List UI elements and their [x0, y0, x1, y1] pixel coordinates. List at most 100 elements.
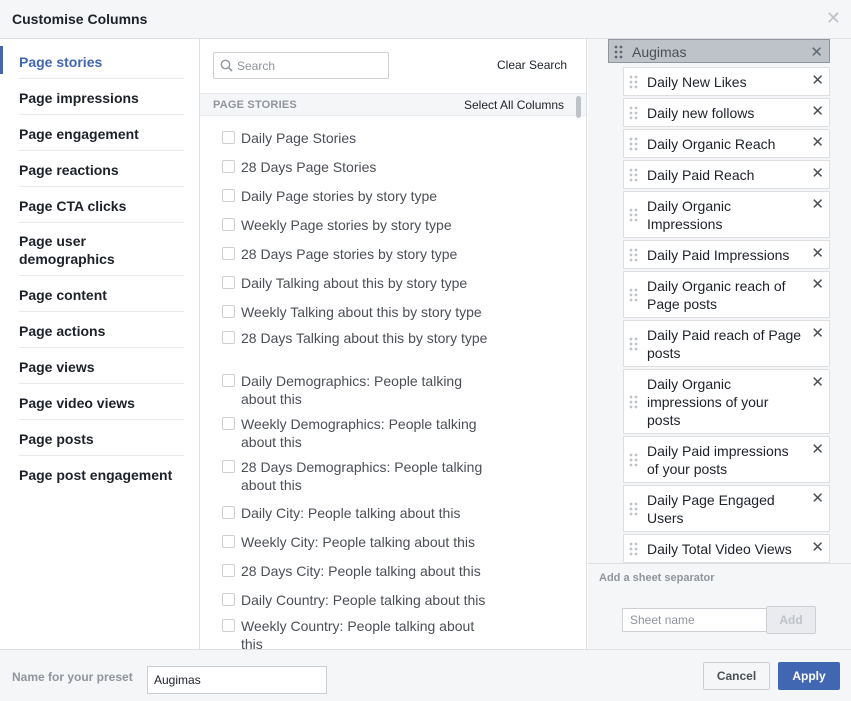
remove-icon[interactable]: ✕: [811, 539, 824, 557]
checkbox[interactable]: [222, 374, 235, 387]
nav-item-page-reactions[interactable]: Page reactions: [19, 161, 184, 179]
column-option: 28 Days Demographics: People talking abo…: [222, 458, 497, 494]
checkbox[interactable]: [222, 131, 235, 144]
remove-icon[interactable]: ✕: [810, 43, 823, 61]
column-option: 28 Days Page stories by story type: [222, 245, 512, 263]
checkbox[interactable]: [222, 305, 235, 318]
drag-handle-icon[interactable]: [629, 453, 639, 467]
drag-handle-icon[interactable]: [629, 395, 639, 409]
nav-item-page-views[interactable]: Page views: [19, 358, 184, 376]
cancel-button[interactable]: Cancel: [703, 662, 770, 690]
column-option-label: 28 Days City: People talking about this: [241, 563, 481, 579]
selected-column-chip[interactable]: Daily Paid Impressions ✕: [623, 240, 830, 269]
remove-icon[interactable]: ✕: [811, 134, 824, 152]
checkbox[interactable]: [222, 218, 235, 231]
selected-column-chip[interactable]: Daily Paid Reach ✕: [623, 160, 830, 189]
remove-icon[interactable]: ✕: [811, 374, 824, 392]
nav-divider: [19, 455, 184, 456]
selected-column-label: Daily Organic reach of Page posts: [647, 278, 786, 312]
column-option: Weekly City: People talking about this: [222, 533, 512, 551]
selected-column-label: Daily Paid impressions of your posts: [647, 443, 789, 477]
nav-item-page-impressions[interactable]: Page impressions: [19, 89, 184, 107]
nav-divider: [19, 275, 184, 276]
search-input[interactable]: [237, 57, 385, 75]
remove-icon[interactable]: ✕: [811, 441, 824, 459]
section-title: PAGE STORIES: [213, 99, 297, 111]
add-button[interactable]: Add: [766, 606, 816, 634]
nav-item-page-posts[interactable]: Page posts: [19, 430, 184, 448]
column-option: Daily Country: People talking about this: [222, 591, 512, 609]
clear-search-link[interactable]: Clear Search: [497, 58, 567, 72]
checkbox[interactable]: [222, 276, 235, 289]
checkbox[interactable]: [222, 189, 235, 202]
column-option-label: 28 Days Page stories by story type: [241, 246, 458, 262]
checkbox[interactable]: [222, 593, 235, 606]
selected-column-label: Daily Total Video Views: [647, 541, 792, 557]
nav-item-page-engagement[interactable]: Page engagement: [19, 125, 184, 143]
nav-item-page-content[interactable]: Page content: [19, 286, 184, 304]
nav-item-page-video-views[interactable]: Page video views: [19, 394, 184, 412]
drag-handle-icon[interactable]: [629, 168, 639, 182]
remove-icon[interactable]: ✕: [811, 245, 824, 263]
nav-item-page-actions[interactable]: Page actions: [19, 322, 184, 340]
remove-icon[interactable]: ✕: [811, 165, 824, 183]
remove-icon[interactable]: ✕: [811, 325, 824, 343]
sheet-name: Augimas: [632, 44, 687, 60]
drag-handle-icon[interactable]: [614, 45, 624, 59]
remove-icon[interactable]: ✕: [811, 103, 824, 121]
search-icon: [220, 59, 233, 72]
drag-handle-icon[interactable]: [629, 542, 639, 556]
remove-icon[interactable]: ✕: [811, 196, 824, 214]
remove-icon[interactable]: ✕: [811, 72, 824, 90]
selected-column-chip[interactable]: Daily Organic impressions of your posts …: [623, 369, 830, 434]
sheet-header[interactable]: Augimas ✕: [608, 39, 830, 63]
close-icon[interactable]: ✕: [826, 9, 841, 27]
checkbox[interactable]: [222, 331, 235, 344]
checkbox[interactable]: [222, 247, 235, 260]
nav-divider: [19, 78, 184, 79]
select-all-columns-link[interactable]: Select All Columns: [464, 98, 564, 112]
drag-handle-icon[interactable]: [629, 106, 639, 120]
selected-column-chip[interactable]: Daily Organic Impressions ✕: [623, 191, 830, 238]
preset-name-input[interactable]: [147, 666, 327, 694]
available-columns-panel: Clear Search PAGE STORIES Select All Col…: [200, 39, 587, 649]
column-option-label: Weekly Country: People talking about thi…: [241, 618, 475, 649]
selected-column-chip[interactable]: Daily Organic Reach ✕: [623, 129, 830, 158]
category-sidebar: Page stories Page impressions Page engag…: [0, 39, 200, 649]
selected-column-chip[interactable]: Daily Paid impressions of your posts ✕: [623, 436, 830, 483]
checkbox[interactable]: [222, 506, 235, 519]
apply-button[interactable]: Apply: [778, 662, 840, 690]
nav-item-page-user-demographics[interactable]: Page user demographics: [19, 232, 139, 268]
drag-handle-icon[interactable]: [629, 337, 639, 351]
scrollbar-thumb[interactable]: [576, 96, 581, 118]
nav-item-page-stories[interactable]: Page stories: [19, 53, 184, 71]
drag-handle-icon[interactable]: [629, 502, 639, 516]
drag-handle-icon[interactable]: [629, 137, 639, 151]
drag-handle-icon[interactable]: [629, 208, 639, 222]
nav-item-page-post-engagement[interactable]: Page post engagement: [19, 466, 184, 484]
column-option: Daily Demographics: People talking about…: [222, 372, 492, 408]
selected-column-chip[interactable]: Daily Page Engaged Users ✕: [623, 485, 830, 532]
column-option-label: 28 Days Talking about this by story type: [241, 330, 488, 346]
selected-column-chip[interactable]: Daily new follows ✕: [623, 98, 830, 127]
checkbox[interactable]: [222, 460, 235, 473]
drag-handle-icon[interactable]: [629, 75, 639, 89]
selected-column-chip[interactable]: Daily Total Video Views ✕: [623, 534, 830, 563]
selected-column-chip[interactable]: Daily Paid reach of Page posts ✕: [623, 320, 830, 367]
checkbox[interactable]: [222, 564, 235, 577]
sheet-name-input[interactable]: [622, 608, 767, 632]
selected-column-chip[interactable]: Daily Organic reach of Page posts ✕: [623, 271, 830, 318]
checkbox[interactable]: [222, 619, 235, 632]
selected-column-label: Daily Page Engaged Users: [647, 492, 775, 526]
drag-handle-icon[interactable]: [629, 288, 639, 302]
checkbox[interactable]: [222, 417, 235, 430]
nav-divider: [19, 311, 184, 312]
selected-column-chip[interactable]: Daily New Likes ✕: [623, 67, 830, 96]
checkbox[interactable]: [222, 160, 235, 173]
checkbox[interactable]: [222, 535, 235, 548]
dialog-footer: Name for your preset Cancel Apply: [0, 649, 851, 701]
nav-item-page-cta-clicks[interactable]: Page CTA clicks: [19, 197, 184, 215]
drag-handle-icon[interactable]: [629, 248, 639, 262]
remove-icon[interactable]: ✕: [811, 490, 824, 508]
remove-icon[interactable]: ✕: [811, 276, 824, 294]
